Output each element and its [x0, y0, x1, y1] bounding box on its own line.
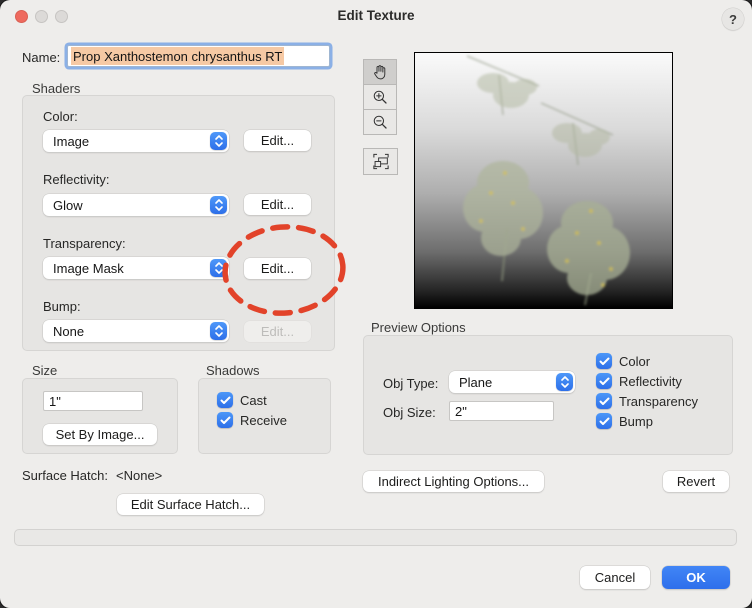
texture-name-input[interactable]: Prop Xanthostemon chrysanthus RT [67, 45, 330, 67]
preview-color-checkbox[interactable] [596, 353, 612, 369]
shadows-group-label: Shadows [206, 363, 260, 378]
zoom-out-tool-button[interactable] [363, 109, 397, 135]
help-button[interactable]: ? [722, 8, 744, 30]
cast-checkbox[interactable] [217, 392, 233, 408]
reflectivity-edit-button[interactable]: Edit... [244, 194, 311, 215]
zoom-in-tool-button[interactable] [363, 84, 397, 110]
edit-surface-hatch-button[interactable]: Edit Surface Hatch... [117, 494, 264, 515]
hand-icon [374, 65, 386, 80]
obj-size-label: Obj Size: [383, 405, 436, 420]
surface-hatch-label: Surface Hatch: [22, 468, 108, 483]
bump-label: Bump: [43, 299, 81, 314]
preview-options-group-label: Preview Options [371, 320, 466, 335]
preview-bump-checkbox[interactable] [596, 413, 612, 429]
indirect-lighting-options-button[interactable]: Indirect Lighting Options... [363, 471, 544, 492]
preview-bump-checkbox-label: Bump [619, 414, 653, 429]
check-icon [220, 396, 230, 404]
ok-button[interactable]: OK [662, 566, 730, 589]
preview-transparency-checkbox[interactable] [596, 393, 612, 409]
set-by-image-button[interactable]: Set By Image... [43, 424, 157, 445]
bump-dropdown[interactable]: None [43, 320, 229, 342]
check-icon [599, 397, 609, 405]
reflectivity-dropdown[interactable]: Glow [43, 194, 229, 216]
zoom-fit-tool-button[interactable] [363, 148, 398, 175]
obj-type-label: Obj Type: [383, 376, 439, 391]
preview-reflectivity-checkbox[interactable] [596, 373, 612, 389]
color-label: Color: [43, 109, 78, 124]
zoom-out-icon [373, 115, 387, 129]
transparency-edit-button[interactable]: Edit... [244, 258, 311, 279]
check-icon [599, 357, 609, 365]
cast-checkbox-label: Cast [240, 393, 267, 408]
window-title: Edit Texture [337, 8, 415, 23]
name-label: Name: [22, 50, 61, 65]
surface-hatch-value: <None> [116, 468, 163, 483]
obj-type-dropdown[interactable]: Plane [449, 371, 575, 393]
check-icon [220, 416, 230, 424]
receive-checkbox[interactable] [217, 412, 233, 428]
check-icon [599, 377, 609, 385]
transparency-dropdown-value: Image Mask [53, 260, 124, 276]
check-icon [599, 417, 609, 425]
pan-tool-button[interactable] [363, 59, 397, 85]
bump-edit-button: Edit... [244, 321, 311, 342]
preview-reflectivity-checkbox-label: Reflectivity [619, 374, 682, 389]
zoom-in-icon [373, 90, 387, 104]
size-input[interactable]: 1" [43, 391, 143, 411]
status-bar [14, 529, 737, 546]
size-group-label: Size [32, 363, 58, 378]
cancel-button[interactable]: Cancel [580, 566, 650, 589]
titlebar: Edit Texture ? [0, 0, 752, 32]
bump-dropdown-value: None [53, 323, 85, 339]
zoom-fit-icon [372, 153, 389, 170]
edit-texture-dialog: Edit Texture ? Name: Prop Xanthostemon c… [0, 0, 752, 608]
chevron-updown-icon [210, 259, 227, 277]
shaders-group-label: Shaders [32, 81, 81, 96]
chevron-updown-icon [556, 373, 573, 391]
receive-checkbox-label: Receive [240, 413, 287, 428]
chevron-updown-icon [210, 196, 227, 214]
revert-button[interactable]: Revert [663, 471, 729, 492]
obj-type-dropdown-value: Plane [459, 374, 493, 390]
color-edit-button[interactable]: Edit... [244, 130, 311, 151]
texture-preview-image[interactable] [414, 52, 673, 309]
obj-size-input[interactable]: 2" [449, 401, 554, 421]
reflectivity-dropdown-value: Glow [53, 197, 83, 213]
color-dropdown[interactable]: Image [43, 130, 229, 152]
preview-color-checkbox-label: Color [619, 354, 651, 369]
transparency-label: Transparency: [43, 236, 126, 251]
preview-transparency-checkbox-label: Transparency [619, 394, 698, 409]
chevron-updown-icon [210, 322, 227, 340]
transparency-dropdown[interactable]: Image Mask [43, 257, 229, 279]
color-dropdown-value: Image [53, 133, 90, 149]
reflectivity-label: Reflectivity: [43, 172, 110, 187]
chevron-updown-icon [210, 132, 227, 150]
selected-text: Prop Xanthostemon chrysanthus RT [71, 47, 285, 65]
